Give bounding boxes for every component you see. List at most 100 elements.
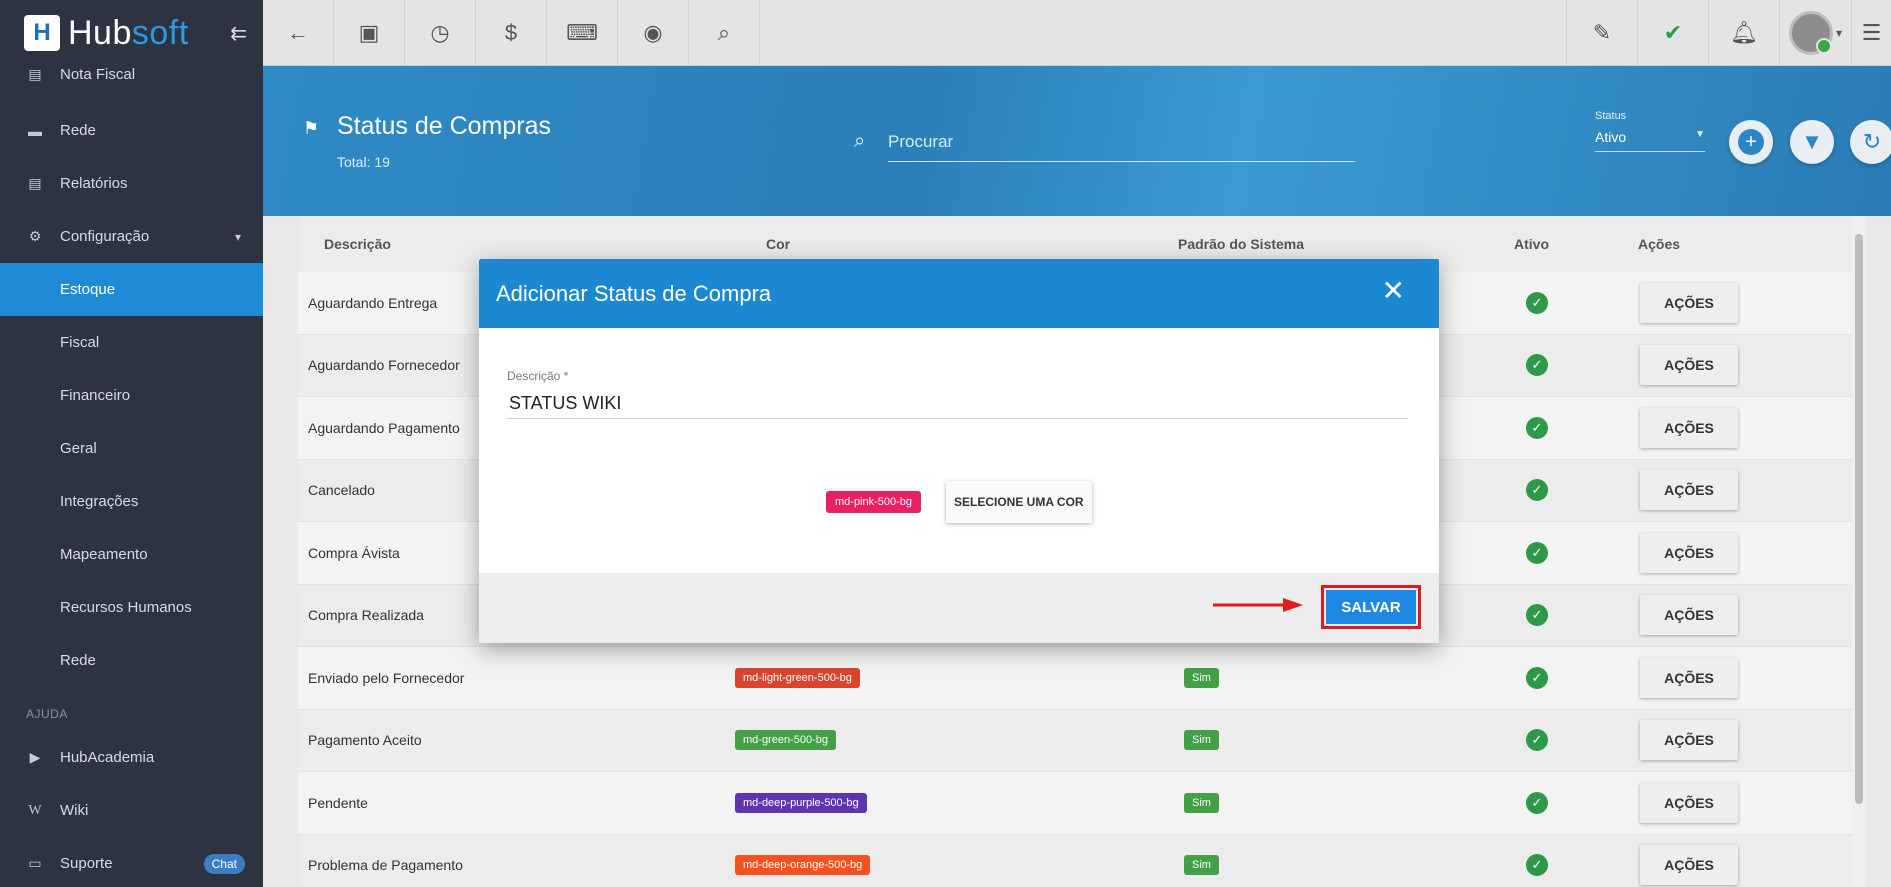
dropdown-arrow-icon: ▼	[1695, 129, 1705, 140]
color-chip: md-green-500-bg	[735, 730, 836, 751]
sidebar-subitem-rede[interactable]: Rede	[0, 634, 263, 687]
dialog-title: Adicionar Status de Compra	[496, 280, 772, 306]
report-icon: ▤	[28, 175, 42, 191]
section-label-ajuda: AJUDA	[26, 707, 68, 721]
sidebar-item-label: Nota Fiscal	[60, 65, 136, 83]
row-descricao: Enviado pelo Fornecedor	[308, 669, 465, 686]
sidebar-item-hubacademia[interactable]: ▶ HubAcademia	[0, 731, 263, 784]
sidebar-item-suporte[interactable]: ▭ Suporte Chat	[0, 837, 263, 887]
chat-badge[interactable]: Chat	[203, 853, 245, 874]
check-circle-icon: ✓	[1526, 791, 1548, 814]
sidebar-subitem-estoque[interactable]: Estoque	[0, 263, 263, 316]
row-descricao: Problema de Pagamento	[308, 857, 463, 874]
page-title: Status de Compras	[337, 112, 551, 140]
sidebar-item-wiki[interactable]: W Wiki	[0, 784, 263, 837]
total-count: Total: 19	[337, 154, 390, 170]
sidebar: H Hubsoft ⇇ ▤ Nota Fiscal ▬ Rede ▤ Relatóri…	[0, 0, 263, 887]
check-circle-icon: ✓	[1526, 354, 1548, 377]
sidebar-subitem-fiscal[interactable]: Fiscal	[0, 316, 263, 369]
actions-button[interactable]: AÇÕES	[1640, 407, 1738, 448]
sidebar-subitem-recursos-humanos[interactable]: Recursos Humanos	[0, 581, 263, 634]
close-icon[interactable]: ✕	[1382, 277, 1405, 305]
check-circle-icon: ✓	[1526, 416, 1548, 439]
sidebar-item-label: Configuração	[60, 228, 150, 245]
sidebar-subitem-geral[interactable]: Geral	[0, 422, 263, 475]
pdf-icon[interactable]: ✎	[1566, 0, 1637, 66]
actions-button[interactable]: AÇÕES	[1640, 595, 1738, 636]
refresh-icon: ↻	[1862, 129, 1882, 154]
status-label: Status	[1595, 110, 1627, 122]
scrollbar[interactable]	[1852, 216, 1866, 887]
descricao-input[interactable]	[507, 389, 1408, 419]
sidebar-item-nota-fiscal[interactable]: ▤ Nota Fiscal	[0, 64, 263, 84]
header-descricao[interactable]: Descrição	[298, 236, 733, 252]
search-bar: ⌕	[854, 122, 1397, 162]
contact-card-icon[interactable]: ▣	[334, 0, 405, 66]
youtube-icon: ▶	[29, 749, 41, 765]
terminal-icon[interactable]: ⌨	[547, 0, 618, 66]
dollar-icon[interactable]: $	[476, 0, 547, 66]
check-circle-icon: ✓	[1526, 604, 1548, 627]
help-nav: ▶ HubAcademia W Wiki ▭ Suporte Chat	[0, 731, 263, 887]
dialog-header: Adicionar Status de Compra	[479, 259, 1439, 328]
header-padrao[interactable]: Padrão do Sistema	[1178, 236, 1514, 252]
actions-button[interactable]: AÇÕES	[1640, 532, 1738, 573]
sidebar-nav: ▤ Nota Fiscal ▬ Rede ▤ Relatórios ⚙ Configur…	[0, 64, 263, 687]
add-button[interactable]: +	[1729, 120, 1773, 164]
sidebar-subitem-mapeamento[interactable]: Mapeamento	[0, 528, 263, 581]
padrao-badge: Sim	[1184, 730, 1219, 751]
back-arrow-icon[interactable]: ←	[263, 0, 334, 66]
actions-button[interactable]: AÇÕES	[1640, 282, 1738, 323]
actions-button[interactable]: AÇÕES	[1640, 470, 1738, 511]
logo[interactable]: H Hubsoft ⇇	[0, 0, 263, 66]
chat-check-icon[interactable]: ✔	[1637, 0, 1708, 66]
actions-button[interactable]: AÇÕES	[1640, 720, 1738, 761]
search-icon[interactable]: ⌕	[689, 0, 760, 66]
sidebar-item-rede[interactable]: ▬ Rede	[0, 104, 263, 157]
color-chip: md-light-green-500-bg	[735, 667, 860, 688]
bell-icon[interactable]: 🔔︎	[1708, 0, 1779, 66]
descricao-field: Descrição *	[507, 369, 1408, 419]
actions-button[interactable]: AÇÕES	[1640, 345, 1738, 386]
actions-button[interactable]: AÇÕES	[1640, 845, 1738, 886]
filter-icon: ▼	[1801, 129, 1823, 154]
filter-button[interactable]: ▼	[1790, 120, 1834, 164]
list-menu-icon[interactable]: ☰	[1851, 0, 1891, 66]
header-acoes: Ações	[1638, 236, 1681, 252]
table-row[interactable]: Pagamento Aceito md-green-500-bg Sim ✓ AÇÕES	[298, 709, 1866, 772]
support-icon: ▭	[28, 855, 42, 871]
network-icon: ▬	[28, 122, 42, 139]
save-highlight: SALVAR	[1321, 585, 1421, 629]
refresh-button[interactable]: ↻	[1850, 120, 1891, 164]
search-input[interactable]	[888, 122, 1355, 162]
collapse-menu-icon[interactable]: ⇇	[230, 21, 247, 46]
check-circle-icon: ✓	[1526, 541, 1548, 564]
plus-circle-icon: +	[1738, 129, 1764, 155]
actions-button[interactable]: AÇÕES	[1640, 657, 1738, 698]
actions-button[interactable]: AÇÕES	[1640, 782, 1738, 823]
calendar-clock-icon[interactable]: ◷	[405, 0, 476, 66]
sidebar-item-relatorios[interactable]: ▤ Relatórios	[0, 157, 263, 210]
sidebar-item-configuracao[interactable]: ⚙ Configuração ▾	[0, 210, 263, 263]
sidebar-item-label: Relatórios	[60, 175, 128, 192]
table-row[interactable]: Problema de Pagamento md-deep-orange-500-…	[298, 834, 1866, 887]
table-row[interactable]: Enviado pelo Fornecedor md-light-green-50…	[298, 647, 1866, 710]
color-chip: md-deep-orange-500-bg	[735, 855, 871, 876]
select-color-button[interactable]: SELECIONE UMA COR	[946, 481, 1092, 523]
eye-icon[interactable]: ◉	[618, 0, 689, 66]
save-button[interactable]: SALVAR	[1326, 590, 1416, 624]
sidebar-subitem-integracoes[interactable]: Integrações	[0, 475, 263, 528]
gear-icon: ⚙	[28, 228, 42, 244]
table-row[interactable]: Pendente md-deep-purple-500-bg Sim ✓ AÇÕES	[298, 772, 1866, 835]
add-status-dialog: Adicionar Status de Compra ✕ Descrição *…	[479, 259, 1439, 643]
sidebar-subitem-financeiro[interactable]: Financeiro	[0, 369, 263, 422]
row-descricao: Pendente	[308, 794, 368, 811]
status-select[interactable]: Status Ativo ▼	[1595, 110, 1705, 152]
header-cor[interactable]: Cor	[733, 236, 1178, 252]
padrao-badge: Sim	[1184, 667, 1219, 688]
user-menu[interactable]: ▾	[1779, 0, 1851, 66]
dialog-footer: SALVAR	[479, 573, 1439, 643]
header-ativo[interactable]: Ativo	[1514, 236, 1638, 252]
descricao-label: Descrição *	[507, 369, 569, 383]
sidebar-item-label: Rede	[60, 122, 96, 139]
